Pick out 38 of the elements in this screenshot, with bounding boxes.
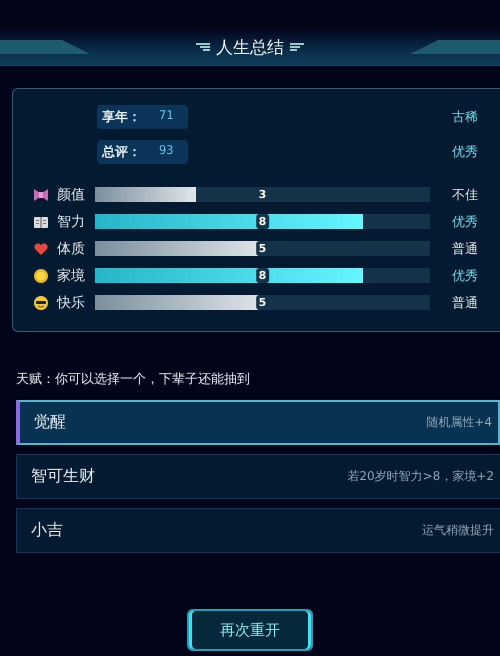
stat-grade: 优秀 (452, 214, 478, 230)
wing-decoration-icon (0, 40, 90, 54)
talent-effect: 运气稍微提升 (422, 522, 494, 539)
stat-name: 家境 (57, 266, 86, 284)
heart-icon (33, 240, 49, 256)
talent-name: 智可生财 (31, 466, 95, 487)
talent-card[interactable]: 智可生财 若20岁时智力>8，家境+2 (16, 454, 500, 499)
summary-label: 享年： (102, 108, 141, 126)
wing-decoration-icon (410, 40, 500, 54)
summary-label: 总评： (102, 144, 141, 161)
summary-value: 71 (159, 108, 174, 124)
talent-card[interactable]: 觉醒 随机属性+4 (16, 400, 500, 445)
talent-name: 小吉 (31, 520, 63, 541)
page-title: 人生总结 (216, 36, 284, 58)
talent-card[interactable]: 小吉 运气稍微提升 (16, 508, 500, 553)
restart-button[interactable]: 再次重开 (187, 609, 313, 651)
stat-grade: 普通 (452, 294, 478, 312)
stat-value: 8 (256, 214, 270, 229)
talent-effect: 随机属性+4 (426, 414, 492, 431)
stat-name: 颜值 (57, 186, 86, 204)
stat-grade: 普通 (452, 240, 478, 258)
talent-name: 觉醒 (34, 412, 66, 433)
stat-grade: 不佳 (452, 186, 478, 204)
bow-icon (33, 186, 49, 202)
stat-name: 体质 (57, 240, 86, 258)
summary-grade: 古稀 (452, 109, 478, 126)
summary-grade: 优秀 (452, 144, 478, 161)
sunglasses-face-icon (33, 294, 49, 310)
stat-grade: 优秀 (452, 268, 478, 284)
stat-name: 快乐 (57, 294, 86, 312)
stat-name: 智力 (57, 212, 86, 230)
talent-prompt: 天赋：你可以选择一个，下辈子还能抽到 (16, 371, 251, 388)
summary-value: 93 (159, 143, 174, 159)
stat-value: 8 (256, 268, 270, 283)
coin-icon (33, 268, 49, 284)
lines-icon (196, 43, 210, 51)
lines-icon (290, 43, 304, 51)
talent-effect: 若20岁时智力>8，家境+2 (347, 468, 494, 485)
